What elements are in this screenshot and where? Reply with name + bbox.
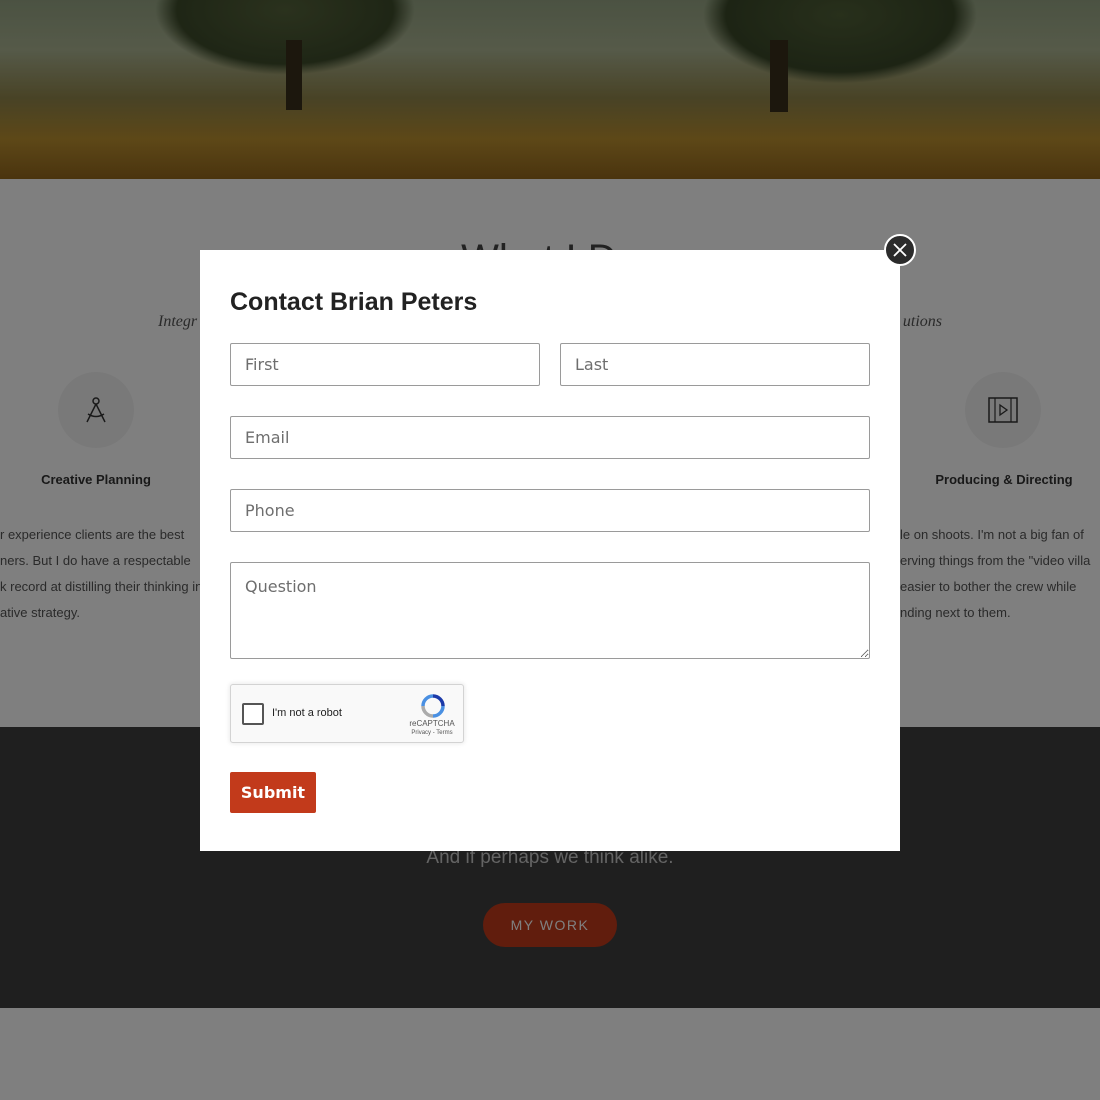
modal-title: Contact Brian Peters <box>230 288 478 316</box>
modal-backdrop[interactable] <box>0 0 1100 179</box>
email-field[interactable] <box>230 416 870 459</box>
contact-modal: Contact Brian Peters I'm not a robot reC… <box>200 250 900 851</box>
recaptcha-brand: reCAPTCHA <box>409 719 455 728</box>
phone-field[interactable] <box>230 489 870 532</box>
first-name-field[interactable] <box>230 343 540 386</box>
recaptcha-logo-icon <box>420 693 446 719</box>
recaptcha-checkbox[interactable] <box>242 703 264 725</box>
recaptcha-widget: I'm not a robot reCAPTCHA Privacy - Term… <box>230 684 464 743</box>
recaptcha-links[interactable]: Privacy - Terms <box>399 730 465 736</box>
submit-button[interactable]: Submit <box>230 772 316 813</box>
close-button[interactable] <box>884 234 916 266</box>
close-icon <box>893 243 907 257</box>
question-field[interactable] <box>230 562 870 659</box>
recaptcha-label: I'm not a robot <box>272 707 342 719</box>
last-name-field[interactable] <box>560 343 870 386</box>
